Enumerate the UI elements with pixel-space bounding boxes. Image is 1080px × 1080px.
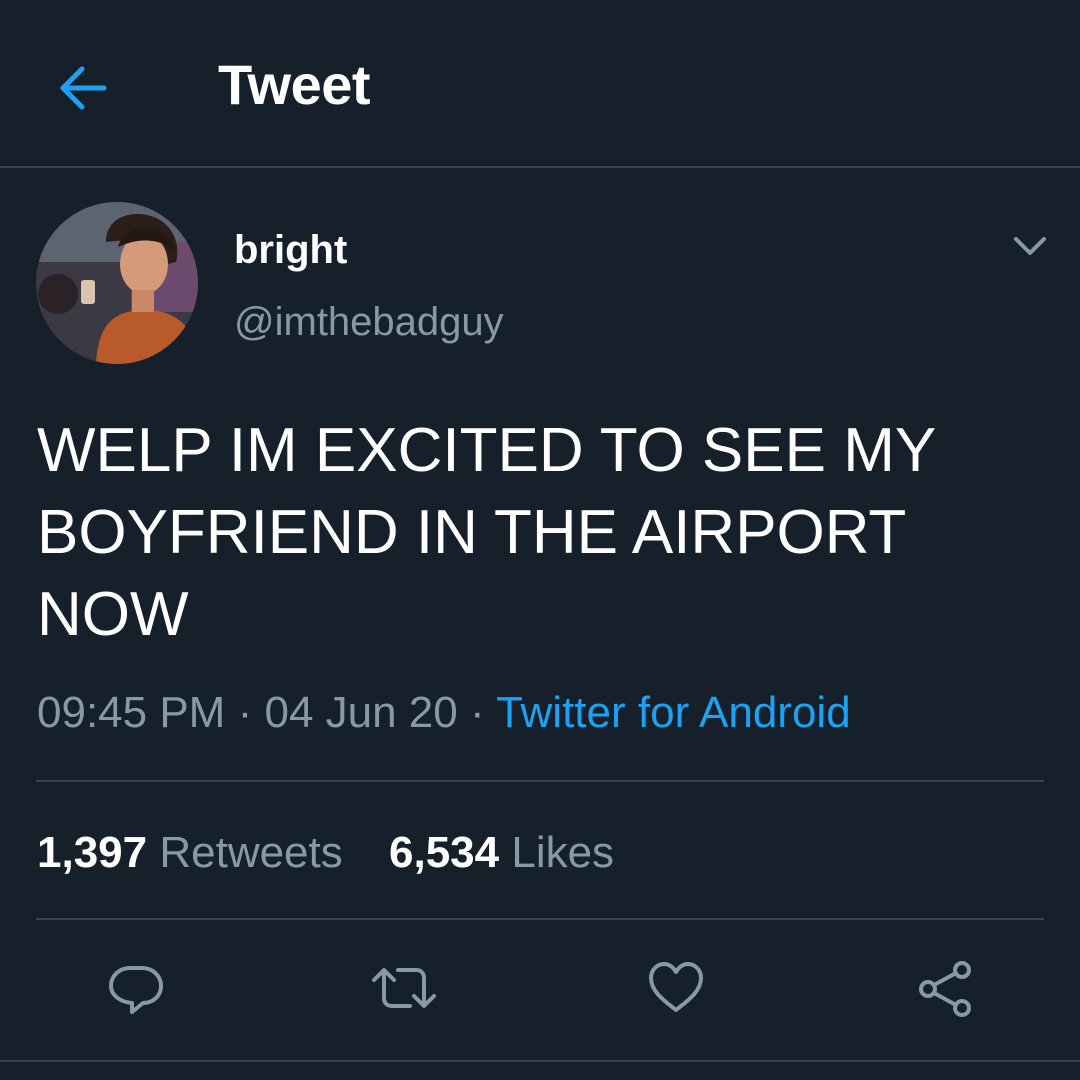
- share-button[interactable]: [914, 958, 974, 1018]
- tweet-text: WELP IM EXCITED TO SEE MY BOYFRIEND IN T…: [37, 416, 936, 649]
- page-title: Tweet: [218, 53, 371, 116]
- meta-separator: ·: [469, 688, 485, 737]
- retweet-button[interactable]: [370, 958, 436, 1018]
- avatar-photo: [36, 202, 198, 364]
- author-name[interactable]: bright: [234, 226, 347, 274]
- author-handle[interactable]: @imthebadguy: [234, 298, 504, 346]
- retweets-label: Retweets: [159, 828, 343, 877]
- arrow-left-icon: [60, 66, 107, 110]
- tweet-date: 04 Jun 20: [264, 688, 458, 737]
- reply-icon: [109, 966, 163, 1014]
- share-icon: [919, 961, 971, 1017]
- more-options-button[interactable]: [1008, 226, 1052, 266]
- divider: [0, 1060, 1080, 1062]
- like-icon: [649, 962, 703, 1012]
- divider: [36, 780, 1044, 782]
- meta-separator: ·: [237, 688, 253, 737]
- tweet-time: 09:45 PM: [37, 688, 226, 737]
- reply-button[interactable]: [106, 958, 166, 1018]
- like-button[interactable]: [646, 958, 706, 1018]
- chevron-down-icon: [1014, 237, 1046, 255]
- retweets-stat[interactable]: 1,397 Retweets: [37, 826, 343, 880]
- top-bar: Tweet: [0, 0, 1080, 168]
- likes-label: Likes: [511, 828, 615, 877]
- likes-stat[interactable]: 6,534 Likes: [389, 826, 614, 880]
- tweet-stats: 1,397 Retweets 6,534 Likes: [37, 826, 614, 880]
- tweet-meta: 09:45 PM · 04 Jun 20 · Twitter for Andro…: [37, 686, 851, 740]
- likes-count: 6,534: [389, 828, 500, 877]
- tweet-source-link[interactable]: Twitter for Android: [496, 688, 851, 737]
- retweet-icon: [372, 968, 436, 1008]
- divider: [36, 918, 1044, 920]
- retweets-count: 1,397: [37, 828, 148, 877]
- avatar[interactable]: [36, 202, 198, 364]
- back-button[interactable]: [52, 56, 116, 116]
